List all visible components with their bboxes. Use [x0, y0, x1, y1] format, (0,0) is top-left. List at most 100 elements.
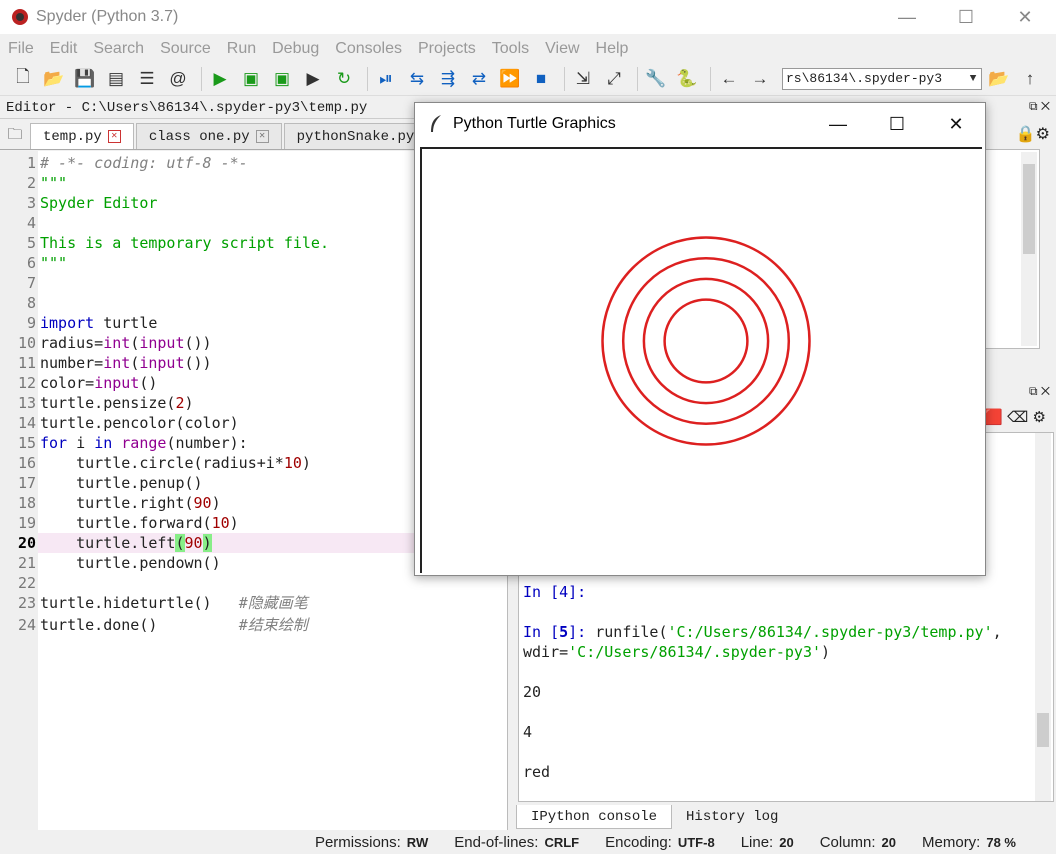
tab-label: class one.py [148, 128, 250, 145]
turtle-graphics-window[interactable]: Python Turtle Graphics — ☐ ✕ [414, 102, 986, 576]
new-file-icon[interactable]: 🗋 [10, 66, 36, 92]
turtle-circle [642, 277, 770, 405]
console-tools-icons[interactable]: 🟥 ⌫ ⚙ [984, 408, 1046, 426]
run-cell-icon[interactable]: ▣ [238, 66, 264, 92]
tab-pythonsnake-py[interactable]: pythonSnake.py [283, 123, 428, 149]
step-return-icon[interactable]: ⇄ [466, 66, 492, 92]
open-file-icon[interactable]: 📂 [41, 66, 67, 92]
tab-label: temp.py [43, 128, 102, 145]
turtle-window-titlebar[interactable]: Python Turtle Graphics — ☐ ✕ [415, 103, 985, 145]
status-eol: End-of-lines: CRLF [454, 833, 580, 851]
pane-float-close-icons[interactable]: ⧉ ✕ [1029, 99, 1050, 114]
window-title: Spyder (Python 3.7) [36, 8, 179, 25]
run-icon[interactable]: ▶ [207, 66, 233, 92]
turtle-drawing [601, 236, 811, 446]
browse-folder-icon[interactable]: 📂 [986, 66, 1012, 92]
parent-dir-icon[interactable]: ↑ [1017, 66, 1043, 92]
continue-icon[interactable]: ⏩ [497, 66, 523, 92]
code-line: 24 turtle.done() #结束绘制 [0, 615, 498, 635]
console-output: 20 [523, 683, 542, 701]
back-arrow-icon[interactable]: ← [716, 66, 742, 92]
status-permissions: Permissions: RW [314, 833, 429, 851]
vertical-scrollbar[interactable] [1021, 152, 1037, 346]
title-bar: Spyder (Python 3.7) — ☐ ✕ [0, 0, 1056, 34]
tab-label: pythonSnake.py [296, 128, 415, 145]
stop-debug-icon[interactable]: ■ [528, 66, 554, 92]
status-line: Line: 20 [740, 833, 794, 851]
spyder-window: Spyder (Python 3.7) — ☐ ✕ File Edit Sear… [0, 0, 1056, 854]
working-directory-combo[interactable]: rs\86134\.spyder-py3 ▼ [782, 67, 982, 90]
status-bar: Permissions: RW End-of-lines: CRLF Encodin… [0, 830, 1056, 854]
main-toolbar: 🗋 📂 💾 ▤ ☰ @ ▶ ▣ ▣ ▶ ↻ ⏯ ⇆ ⇶ ⇄ ⏩ ■ ⇲ ⤢ 🔧 … [0, 62, 1056, 96]
code-line: 23 turtle.hideturtle() #隐藏画笔 [0, 593, 498, 613]
turtle-circle [621, 256, 791, 426]
toolbar-separator [564, 66, 565, 91]
menu-debug[interactable]: Debug [272, 40, 319, 58]
menu-help[interactable]: Help [596, 40, 629, 58]
maximize-pane-icon[interactable]: ⇲ [570, 66, 596, 92]
run-cell-advance-icon[interactable]: ▣ [269, 66, 295, 92]
menu-consoles[interactable]: Consoles [335, 40, 402, 58]
console-tabs: IPython console History log [516, 805, 792, 829]
tab-ipython-console[interactable]: IPython console [516, 805, 673, 829]
status-column: Column: 20 [819, 833, 897, 851]
code-line: 22 [0, 573, 498, 593]
maximize-button[interactable]: ☐ [868, 103, 926, 145]
menu-source[interactable]: Source [160, 40, 211, 58]
console-line: wdir='C:/Users/86134/.spyder-py3') [523, 643, 831, 661]
close-button[interactable]: ✕ [927, 103, 985, 145]
menu-view[interactable]: View [545, 40, 579, 58]
at-icon[interactable]: @ [165, 66, 191, 92]
pane-float-close-icons[interactable]: ⧉ ✕ [1029, 384, 1050, 399]
close-tab-icon[interactable]: ✕ [255, 130, 269, 143]
menu-edit[interactable]: Edit [50, 40, 78, 58]
scrollbar-thumb[interactable] [1023, 164, 1035, 254]
console-output: red [523, 763, 551, 781]
spyder-logo-icon [12, 9, 28, 25]
status-encoding: Encoding: UTF-8 [605, 833, 715, 851]
console-prompt: In [5]: runfile('C:/Users/86134/.spyder-… [523, 623, 1002, 641]
tab-history-log[interactable]: History log [672, 805, 792, 829]
fullscreen-icon[interactable]: ⤢ [601, 66, 627, 92]
save-icon[interactable]: 💾 [72, 66, 98, 92]
console-output: 4 [523, 723, 533, 741]
rerun-icon[interactable]: ↻ [331, 66, 357, 92]
menu-file[interactable]: File [8, 40, 34, 58]
python-path-icon[interactable]: 🐍 [674, 66, 700, 92]
toolbar-separator [637, 66, 638, 91]
lock-gear-icons[interactable]: 🔒⚙ [1016, 124, 1050, 144]
maximize-button[interactable]: ☐ [937, 0, 995, 34]
turtle-canvas [420, 147, 982, 573]
forward-arrow-icon[interactable]: → [747, 66, 773, 92]
toolbar-separator [710, 66, 711, 91]
browse-tabs-icon[interactable]: 🗀 [0, 123, 30, 149]
status-memory: Memory: 78 % [922, 833, 1016, 851]
tab-class-one-py[interactable]: class one.py ✕ [135, 123, 282, 149]
save-all-icon[interactable]: ▤ [103, 66, 129, 92]
menu-run[interactable]: Run [227, 40, 256, 58]
close-button[interactable]: ✕ [996, 0, 1054, 34]
turtle-circle [601, 236, 811, 446]
outline-icon[interactable]: ☰ [134, 66, 160, 92]
tab-temp-py[interactable]: temp.py ✕ [30, 123, 134, 149]
turtle-circle [663, 298, 749, 384]
close-tab-icon[interactable]: ✕ [107, 130, 121, 143]
preferences-icon[interactable]: 🔧 [643, 66, 669, 92]
menu-tools[interactable]: Tools [492, 40, 529, 58]
feather-icon [431, 115, 441, 132]
scrollbar-thumb[interactable] [1037, 713, 1049, 747]
run-selection-icon[interactable]: ▶ [300, 66, 326, 92]
minimize-button[interactable]: — [878, 0, 936, 34]
debug-icon[interactable]: ⏯ [373, 66, 399, 92]
step-icon[interactable]: ⇆ [404, 66, 430, 92]
chevron-down-icon[interactable]: ▼ [965, 73, 981, 85]
menu-bar: File Edit Search Source Run Debug Consol… [0, 36, 1056, 62]
console-prompt: In [4]: [523, 583, 587, 601]
minimize-button[interactable]: — [809, 103, 867, 145]
toolbar-separator [201, 66, 202, 91]
menu-search[interactable]: Search [93, 40, 144, 58]
toolbar-separator [367, 66, 368, 91]
step-into-icon[interactable]: ⇶ [435, 66, 461, 92]
menu-projects[interactable]: Projects [418, 40, 476, 58]
vertical-scrollbar[interactable] [1035, 433, 1051, 801]
